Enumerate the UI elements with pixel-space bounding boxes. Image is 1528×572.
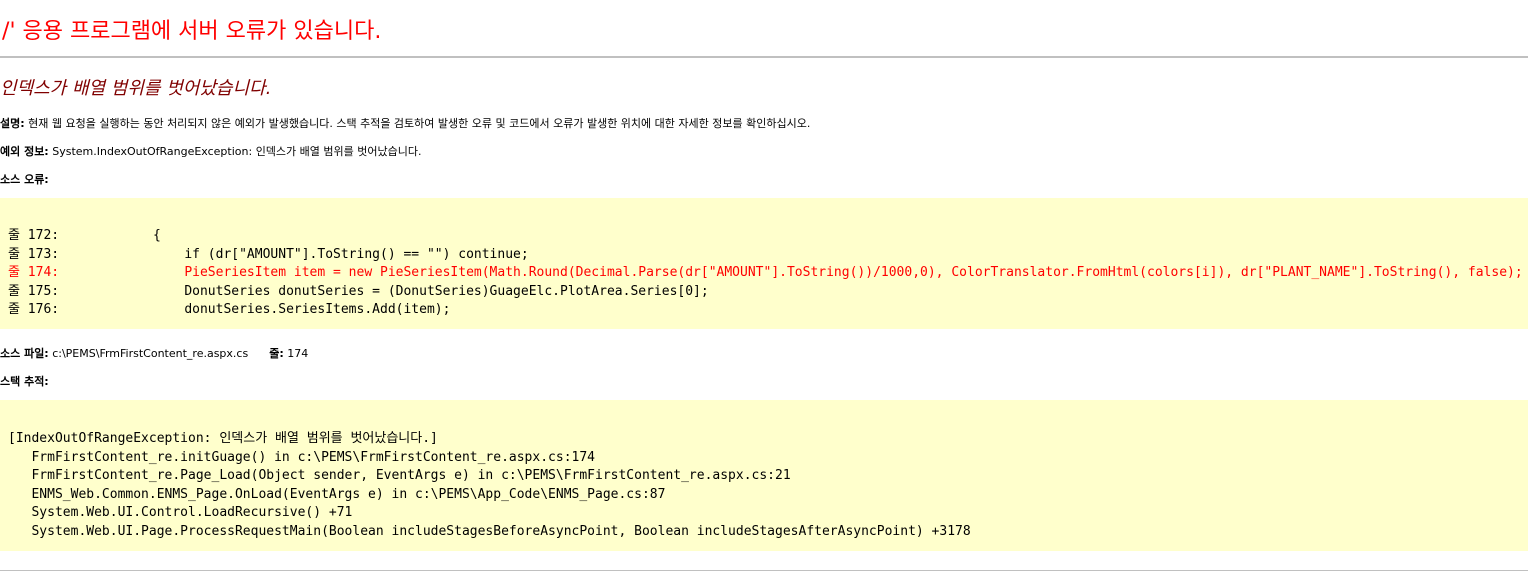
description-text: 현재 웹 요청을 실행하는 동안 처리되지 않은 예외가 발생했습니다. 스택 … — [28, 117, 811, 130]
code-line: 줄 175: DonutSeries donutSeries = (DonutS… — [8, 283, 709, 299]
line-number: 174 — [287, 347, 309, 360]
code-line-error: 줄 174: PieSeriesItem item = new PieSerie… — [8, 265, 1523, 280]
error-message-heading: 인덱스가 배열 범위를 벗어났습니다. — [0, 78, 272, 99]
stack-trace-block: [IndexOutOfRangeException: 인덱스가 배열 범위를 벗… — [0, 400, 1528, 551]
exception-info-label: 예외 정보: — [0, 145, 49, 158]
bottom-divider — [0, 570, 1528, 571]
title-divider — [0, 56, 1528, 58]
exception-info-text: System.IndexOutOfRangeException: 인덱스가 배열… — [52, 145, 422, 158]
source-file-label: 소스 파일: — [0, 347, 49, 360]
source-file-section: 소스 파일: c:\PEMS\FrmFirstContent_re.aspx.c… — [0, 345, 308, 361]
stack-trace-line: System.Web.UI.Control.LoadRecursive() +7… — [8, 505, 353, 520]
code-line: 줄 173: if (dr["AMOUNT"].ToString() == ""… — [8, 246, 529, 262]
stack-trace-section: 스택 추적: — [0, 373, 49, 389]
source-error-label: 소스 오류: — [0, 173, 49, 186]
line-label: 줄: — [269, 347, 284, 360]
description-label: 설명: — [0, 117, 25, 130]
code-line: 줄 176: donutSeries.SeriesItems.Add(item)… — [8, 302, 451, 317]
source-code-block: 줄 172: { 줄 173: if (dr["AMOUNT"].ToStrin… — [0, 198, 1528, 329]
code-line: 줄 172: { — [8, 228, 161, 243]
exception-info-section: 예외 정보: System.IndexOutOfRangeException: … — [0, 143, 421, 159]
stack-trace-line: [IndexOutOfRangeException: 인덱스가 배열 범위를 벗… — [8, 431, 438, 446]
description-section: 설명: 현재 웹 요청을 실행하는 동안 처리되지 않은 예외가 발생했습니다.… — [0, 115, 810, 131]
stack-trace-line: System.Web.UI.Page.ProcessRequestMain(Bo… — [8, 523, 971, 539]
source-error-section: 소스 오류: — [0, 171, 49, 187]
stack-trace-line: ENMS_Web.Common.ENMS_Page.OnLoad(EventAr… — [8, 486, 666, 502]
source-file-path: c:\PEMS\FrmFirstContent_re.aspx.cs — [52, 347, 249, 360]
page-title: '/' 응용 프로그램에 서버 오류가 있습니다. — [0, 19, 382, 44]
stack-trace-line: FrmFirstContent_re.Page_Load(Object send… — [8, 468, 791, 483]
stack-trace-label: 스택 추적: — [0, 375, 49, 388]
stack-trace-line: FrmFirstContent_re.initGuage() in c:\PEM… — [8, 449, 595, 465]
